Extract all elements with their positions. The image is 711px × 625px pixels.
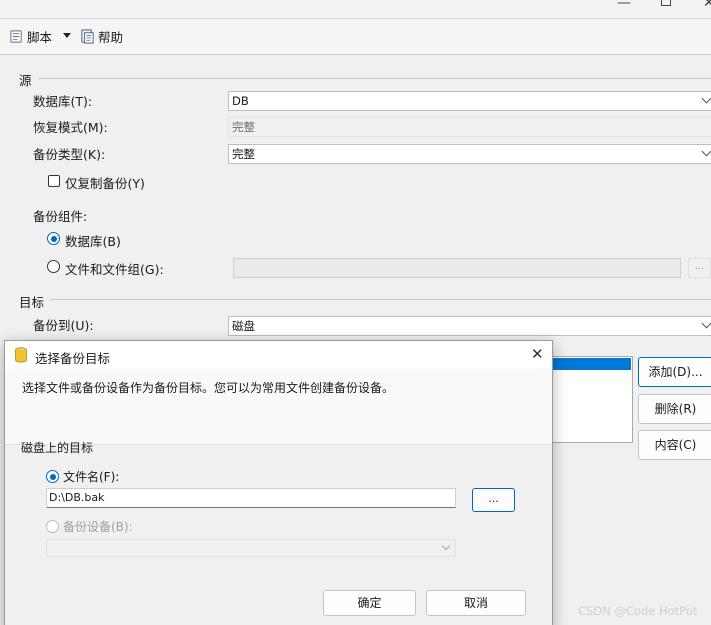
copy-only-label: 仅复制备份(Y) bbox=[65, 176, 145, 191]
chevron-down-icon bbox=[701, 93, 711, 104]
recovery-model-label: 恢复模式(M): bbox=[33, 120, 108, 135]
database-icon bbox=[15, 347, 27, 363]
filename-label: 文件名(F): bbox=[63, 470, 120, 484]
remove-button[interactable]: 删除(R) bbox=[638, 394, 711, 424]
filename-value: D:\DB.bak bbox=[49, 491, 105, 504]
recovery-model-field: 完整 bbox=[228, 117, 711, 137]
destination-list[interactable] bbox=[545, 356, 633, 443]
backup-device-label: 备份设备(B): bbox=[63, 520, 133, 534]
add-button[interactable]: 添加(D)... bbox=[638, 357, 711, 387]
script-button[interactable]: 脚本 bbox=[9, 27, 52, 46]
database-radio[interactable] bbox=[47, 232, 60, 245]
backup-type-label: 备份类型(K): bbox=[33, 147, 106, 162]
maximize-icon[interactable] bbox=[661, 0, 671, 6]
script-label: 脚本 bbox=[27, 30, 53, 45]
backup-device-radio[interactable] bbox=[46, 520, 59, 533]
filename-radio[interactable] bbox=[46, 470, 59, 483]
chevron-down-icon[interactable] bbox=[63, 33, 71, 38]
database-value: DB bbox=[232, 94, 249, 108]
backup-to-value: 磁盘 bbox=[232, 319, 255, 333]
watermark: CSDN @Code HotPot bbox=[578, 604, 698, 618]
backup-to-select[interactable]: 磁盘 bbox=[228, 316, 711, 336]
help-button[interactable]: 帮助 bbox=[80, 27, 123, 46]
dialog-description: 选择文件或备份设备作为备份目标。您可以为常用文件创建备份设备。 bbox=[22, 381, 395, 395]
database-select[interactable]: DB bbox=[228, 91, 711, 111]
backup-to-label: 备份到(U): bbox=[33, 318, 94, 333]
select-backup-destination-dialog: 选择备份目标 ✕ 选择文件或备份设备作为备份目标。您可以为常用文件创建备份设备。… bbox=[4, 340, 553, 625]
ok-button[interactable]: 确定 bbox=[323, 590, 416, 616]
browse-button[interactable]: ... bbox=[472, 488, 515, 512]
recovery-model-value: 完整 bbox=[232, 120, 255, 134]
close-icon[interactable]: ✕ bbox=[531, 345, 544, 363]
backup-type-select[interactable]: 完整 bbox=[228, 144, 711, 164]
cancel-button[interactable]: 取消 bbox=[426, 590, 526, 616]
close-window-icon[interactable]: ✕ bbox=[703, 0, 711, 10]
database-radio-label: 数据库(B) bbox=[65, 234, 121, 249]
chevron-down-icon bbox=[701, 146, 711, 157]
contents-button[interactable]: 内容(C) bbox=[638, 430, 711, 460]
list-item[interactable] bbox=[547, 358, 631, 370]
minimize-icon[interactable]: — bbox=[617, 0, 631, 10]
files-browse-button[interactable]: ... bbox=[688, 258, 711, 278]
files-radio[interactable] bbox=[47, 260, 60, 273]
dialog-title: 选择备份目标 bbox=[35, 351, 111, 366]
database-label: 数据库(T): bbox=[33, 94, 93, 109]
window-title-bar bbox=[0, 0, 711, 19]
destination-section-title: 目标 bbox=[19, 295, 45, 310]
disk-destination-title: 磁盘上的目标 bbox=[21, 441, 94, 455]
chevron-down-icon bbox=[701, 318, 711, 329]
chevron-down-icon bbox=[441, 541, 451, 551]
backup-device-select bbox=[46, 539, 456, 557]
help-icon bbox=[81, 29, 94, 44]
help-label: 帮助 bbox=[98, 30, 124, 45]
source-section-title: 源 bbox=[19, 73, 32, 88]
backup-type-value: 完整 bbox=[232, 147, 255, 161]
backup-component-label: 备份组件: bbox=[33, 209, 88, 224]
filename-input[interactable]: D:\DB.bak bbox=[46, 488, 456, 508]
files-radio-label: 文件和文件组(G): bbox=[65, 262, 164, 277]
copy-only-checkbox[interactable] bbox=[48, 175, 60, 187]
source-divider bbox=[38, 78, 711, 79]
script-icon bbox=[10, 30, 22, 43]
destination-divider bbox=[50, 299, 711, 300]
files-field bbox=[233, 258, 681, 278]
